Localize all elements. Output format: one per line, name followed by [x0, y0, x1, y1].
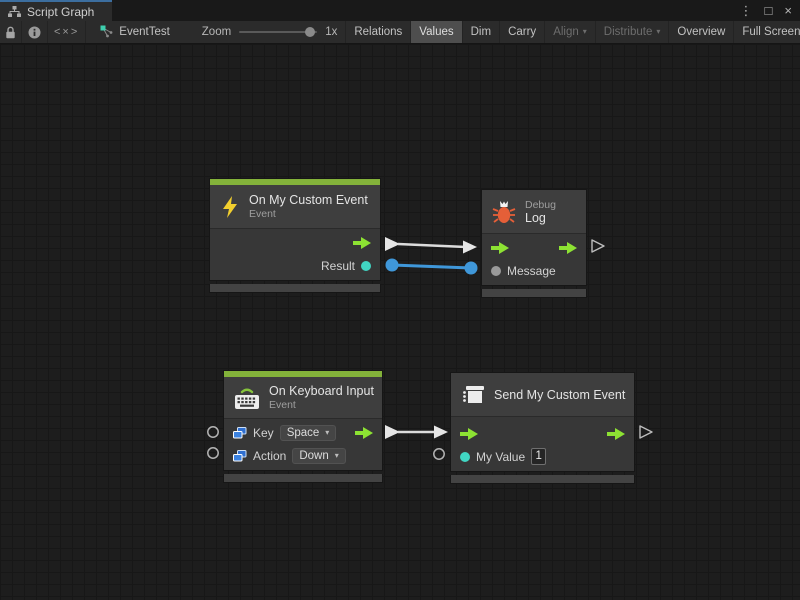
- code-toggle-button[interactable]: <×>: [48, 21, 86, 43]
- node-on-keyboard-input[interactable]: On Keyboard Input Event Key: [223, 370, 383, 483]
- toggle-values[interactable]: Values: [410, 21, 461, 43]
- action-dropdown[interactable]: Down ▾: [292, 448, 345, 464]
- chevron-down-icon: ▾: [325, 429, 329, 437]
- zoom-slider-handle[interactable]: [305, 27, 315, 37]
- unconnected-flow-triangle: [640, 426, 652, 438]
- toolbar-toggles: Relations Values Dim Carry Align ▾ Distr…: [345, 21, 800, 43]
- unconnected-value-circle: [208, 427, 218, 437]
- node-subtitle: Event: [249, 208, 368, 220]
- port-label: Message: [507, 264, 556, 278]
- enum-type-icon: [233, 450, 247, 462]
- lightning-bolt-icon: [220, 195, 240, 219]
- bug-icon: [492, 199, 516, 225]
- zoom-slider[interactable]: [239, 31, 317, 33]
- port-label: My Value: [476, 450, 525, 464]
- node-on-my-custom-event[interactable]: On My Custom Event Event Result: [209, 178, 381, 293]
- unconnected-flow-triangle: [592, 240, 604, 252]
- flow-output-port[interactable]: [559, 242, 577, 254]
- graph-nodes-icon: [100, 25, 114, 39]
- graph-hierarchy-icon: [8, 6, 21, 18]
- toggle-dim[interactable]: Dim: [462, 21, 499, 43]
- lock-button[interactable]: [0, 21, 22, 43]
- unconnected-value-circle: [434, 449, 444, 459]
- graph-toolbar: <×> EventTest Zoom 1x Relations Values D: [0, 21, 800, 44]
- script-graph-window: Script Graph ⋮ □ ×: [0, 0, 800, 600]
- connection-flow-2: [385, 425, 448, 439]
- port-label: Key: [253, 426, 274, 440]
- overview-button[interactable]: Overview: [668, 21, 733, 43]
- node-title: On My Custom Event: [249, 193, 368, 207]
- align-menu-button[interactable]: Align ▾: [544, 21, 595, 43]
- node-title: On Keyboard Input: [269, 384, 374, 398]
- chevron-down-icon: ▾: [656, 28, 660, 36]
- node-footer: [223, 474, 383, 483]
- window-controls: ⋮ □ ×: [740, 0, 800, 21]
- chevron-down-icon: ▾: [583, 28, 587, 36]
- my-value-port[interactable]: [460, 452, 470, 462]
- flow-output-port[interactable]: [607, 428, 625, 440]
- tab-bar: Script Graph ⋮ □ ×: [0, 0, 800, 21]
- node-footer: [209, 284, 381, 293]
- lock-icon: [5, 26, 16, 39]
- maximize-icon[interactable]: □: [765, 4, 773, 17]
- flow-output-port[interactable]: [353, 237, 371, 249]
- full-screen-button[interactable]: Full Screen: [733, 21, 800, 43]
- node-kind-label: Debug: [525, 199, 556, 211]
- port-label: Action: [253, 449, 286, 463]
- node-title: Send My Custom Event: [494, 388, 625, 402]
- result-value-port[interactable]: [361, 261, 371, 271]
- zoom-label: Zoom: [202, 26, 231, 38]
- message-value-port[interactable]: [491, 266, 501, 276]
- connection-value-1: [386, 259, 478, 275]
- toggle-carry[interactable]: Carry: [499, 21, 544, 43]
- info-button[interactable]: [22, 21, 48, 43]
- menu-icon[interactable]: ⋮: [740, 4, 753, 17]
- connection-flow-1: [385, 237, 477, 254]
- tab-label: Script Graph: [27, 5, 94, 19]
- my-value-input[interactable]: 1: [531, 448, 546, 465]
- graph-reference[interactable]: EventTest: [86, 21, 180, 43]
- node-title: Log: [525, 211, 556, 225]
- graph-canvas[interactable]: On My Custom Event Event Result: [0, 44, 800, 600]
- tab-script-graph[interactable]: Script Graph: [0, 0, 112, 21]
- send-event-icon: [461, 384, 485, 406]
- keyboard-icon: [234, 386, 260, 410]
- close-icon[interactable]: ×: [784, 4, 792, 17]
- distribute-menu-button[interactable]: Distribute ▾: [595, 21, 669, 43]
- port-label: Result: [321, 259, 355, 273]
- enum-type-icon: [233, 427, 247, 439]
- flow-output-port[interactable]: [355, 427, 373, 439]
- key-dropdown[interactable]: Space ▾: [280, 425, 337, 441]
- flow-input-port[interactable]: [460, 428, 478, 440]
- connections-overlay: [0, 44, 800, 600]
- toggle-relations[interactable]: Relations: [345, 21, 410, 43]
- node-footer: [450, 475, 635, 484]
- unconnected-value-circle: [208, 448, 218, 458]
- node-footer: [481, 289, 587, 298]
- zoom-control: Zoom 1x: [180, 21, 346, 43]
- chevron-down-icon: ▾: [335, 452, 339, 460]
- info-icon: [28, 26, 41, 39]
- zoom-value: 1x: [325, 26, 337, 38]
- node-subtitle: Event: [269, 399, 374, 411]
- flow-input-port[interactable]: [491, 242, 509, 254]
- node-send-my-custom-event[interactable]: Send My Custom Event My Value: [450, 372, 635, 484]
- graph-name: EventTest: [119, 26, 170, 38]
- node-debug-log[interactable]: Debug Log: [481, 189, 587, 298]
